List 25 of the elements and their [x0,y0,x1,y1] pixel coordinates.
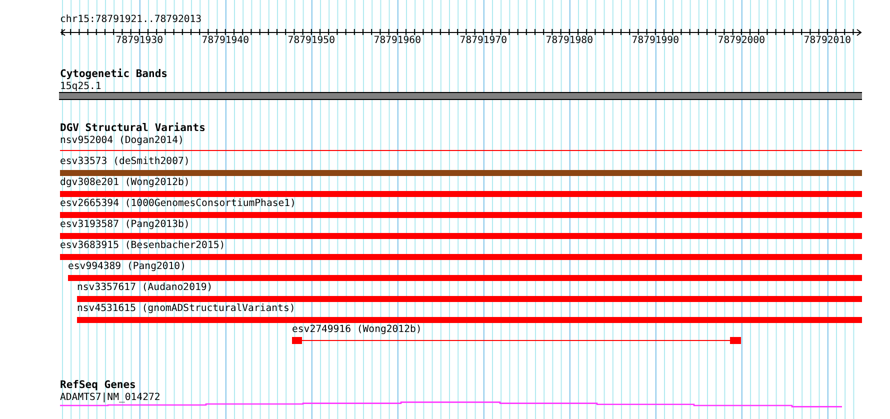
feature-label: esv2665394 (1000GenomesConsortiumPhase1) [60,198,296,210]
ruler-label: 78792010 [802,35,852,47]
feature-label: esv3683915 (Besenbacher2015) [60,240,226,252]
feature-label: nsv3357617 (Audano2019) [77,282,213,294]
track-title: RefSeq Genes [60,379,136,391]
ruler-label: 78791950 [286,35,336,47]
ruler-label: 78791940 [200,35,250,47]
feature-label: 15q25.1 [60,81,102,93]
ruler-label: 78791980 [544,35,594,47]
feature-label: esv994389 (Pang2010) [68,261,186,273]
track-title: Cytogenetic Bands [60,68,168,80]
ruler-label: 78791990 [630,35,680,47]
ruler-label: 78792000 [716,35,766,47]
feature-label: nsv4531615 (gnomADStructuralVariants) [77,303,296,315]
feature-label: esv33573 (deSmith2007) [60,156,190,168]
track-title: DGV Structural Variants [60,122,206,134]
feature-label: esv3193587 (Pang2013b) [60,219,190,231]
ruler-label: 78791930 [114,35,164,47]
location-label: chr15:78791921..78792013 [60,14,202,26]
feature-label: ADAMTS7|NM_014272 [60,392,160,404]
ruler-label: 78791960 [372,35,422,47]
feature-label: nsv952004 (Dogan2014) [60,135,184,147]
feature-label: dgv308e201 (Wong2012b) [60,177,190,189]
feature-label: esv2749916 (Wong2012b) [292,324,422,336]
ruler-label: 78791970 [458,35,508,47]
